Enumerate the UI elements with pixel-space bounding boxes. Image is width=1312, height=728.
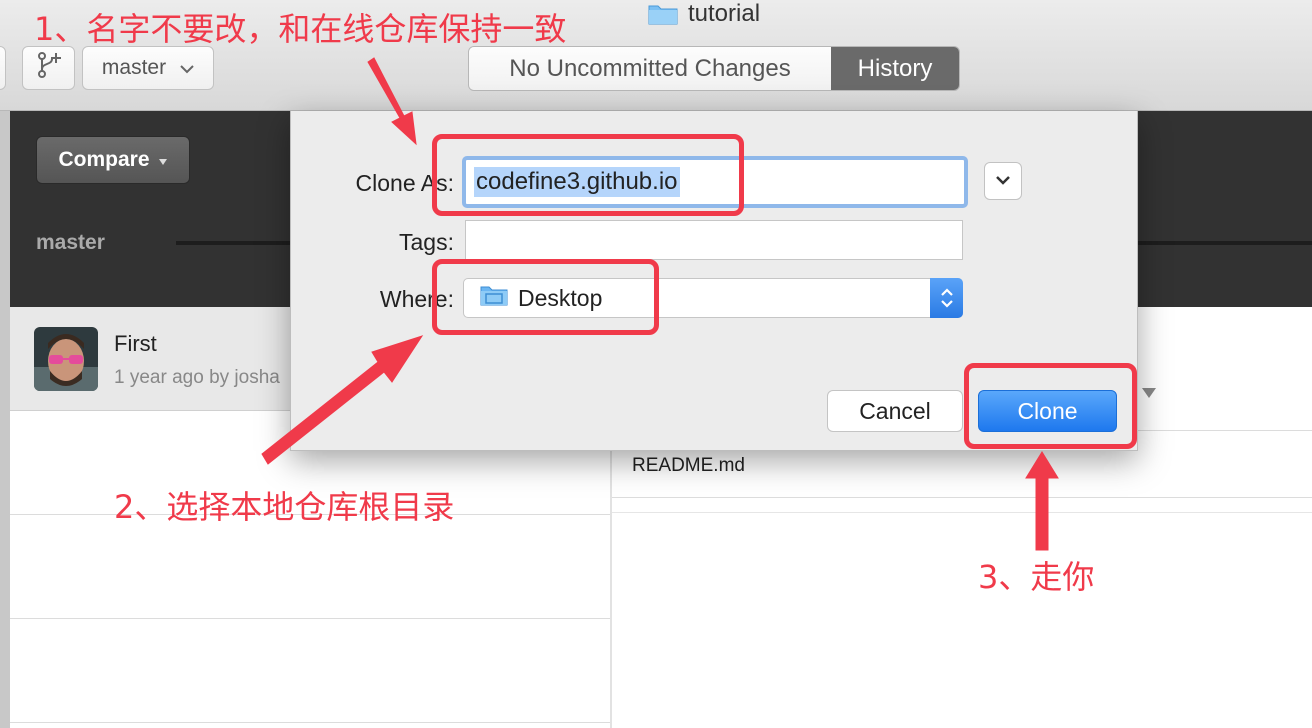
select-stepper-icon [930, 278, 963, 318]
cancel-button[interactable]: Cancel [827, 390, 963, 432]
chevron-down-icon [995, 172, 1011, 190]
disclosure-caret-icon[interactable] [1142, 388, 1156, 398]
folder-icon [648, 3, 678, 25]
divider [612, 512, 1312, 513]
branch-icon [36, 51, 62, 85]
annotation-box-clone [964, 363, 1137, 449]
tags-label: Tags: [399, 229, 454, 255]
annotation-box-clone-as [432, 134, 744, 216]
window-edge [0, 111, 10, 728]
annotation-box-where [432, 259, 659, 335]
annotation-step1: 1、名字不要改，和在线仓库保持一致 [34, 10, 567, 48]
compare-button[interactable]: Compare [36, 136, 190, 184]
view-segmented-control: No Uncommitted Changes History [468, 46, 960, 91]
caret-down-icon [158, 148, 168, 172]
chevron-down-icon [180, 56, 194, 80]
window-title-text: tutorial [688, 0, 761, 27]
annotation-step2: 2、选择本地仓库根目录 [114, 488, 455, 526]
tags-field[interactable] [465, 220, 963, 260]
branch-selector[interactable]: master [82, 46, 214, 90]
avatar [34, 327, 98, 391]
window-title: tutorial [648, 0, 760, 28]
segment-uncommitted-changes[interactable]: No Uncommitted Changes [469, 47, 831, 90]
segment-history[interactable]: History [831, 47, 959, 90]
commit-meta: 1 year ago by josha [114, 367, 280, 388]
divider [612, 497, 1312, 498]
branch-selector-label: master [101, 56, 167, 79]
file-list-item[interactable]: README.md [632, 455, 745, 477]
list-item [10, 619, 610, 723]
clone-as-label: Clone As: [355, 170, 454, 196]
toolbar-left-button[interactable] [0, 46, 6, 90]
clone-as-dropdown-button[interactable] [984, 162, 1022, 200]
commit-title: First [114, 331, 157, 356]
branch-timeline-label: master [36, 231, 105, 254]
new-branch-button[interactable] [22, 46, 75, 90]
annotation-step3: 3、走你 [978, 558, 1095, 596]
compare-button-label: Compare [58, 148, 150, 171]
list-item [10, 515, 610, 619]
where-label: Where: [379, 286, 454, 312]
